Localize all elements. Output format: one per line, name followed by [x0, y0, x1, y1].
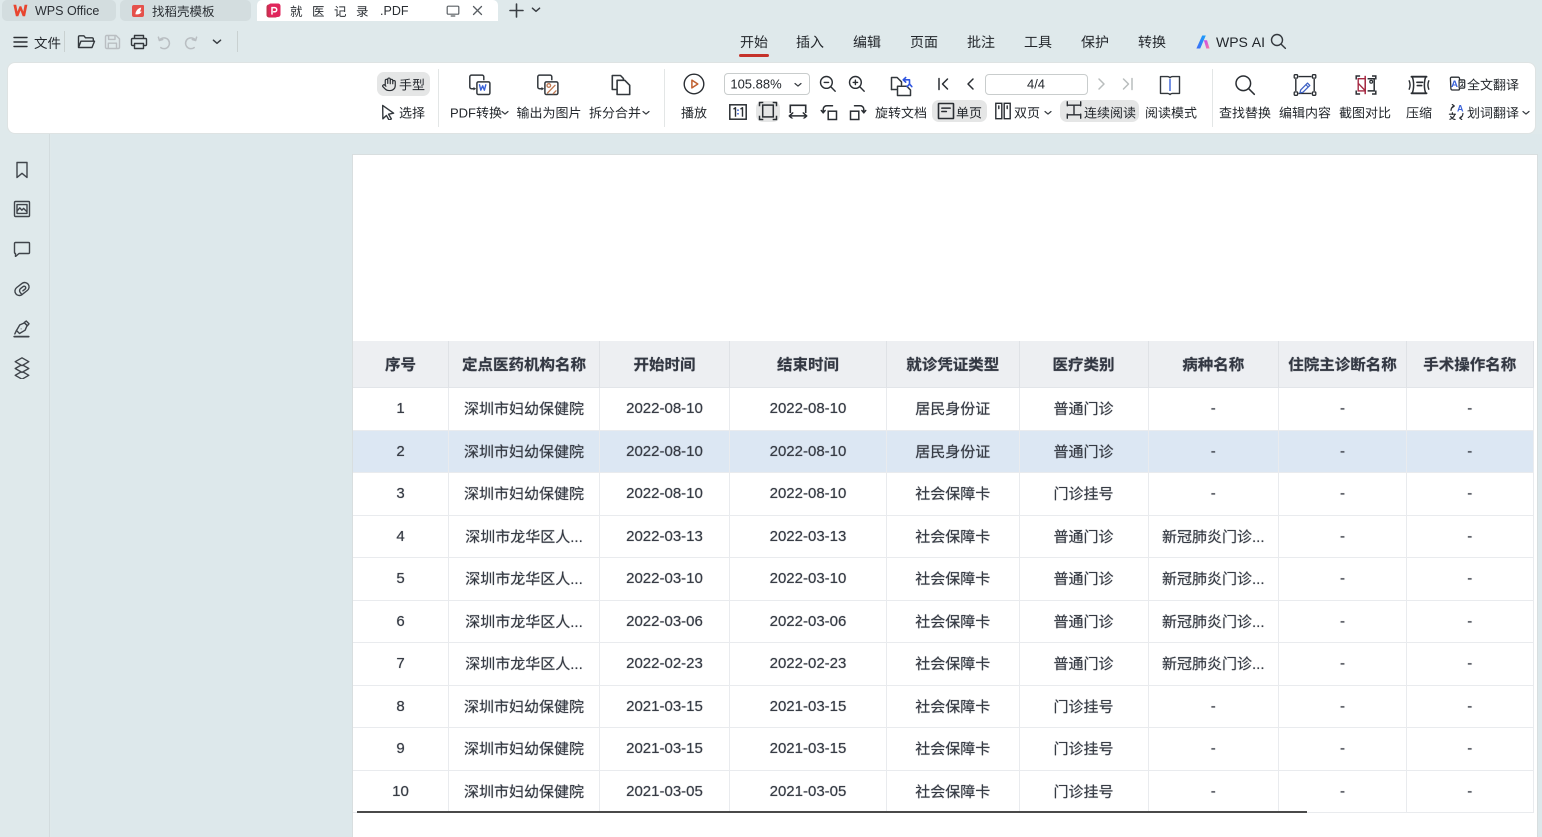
svg-text:A: A: [1457, 104, 1464, 113]
svg-text:A: A: [1451, 79, 1458, 90]
